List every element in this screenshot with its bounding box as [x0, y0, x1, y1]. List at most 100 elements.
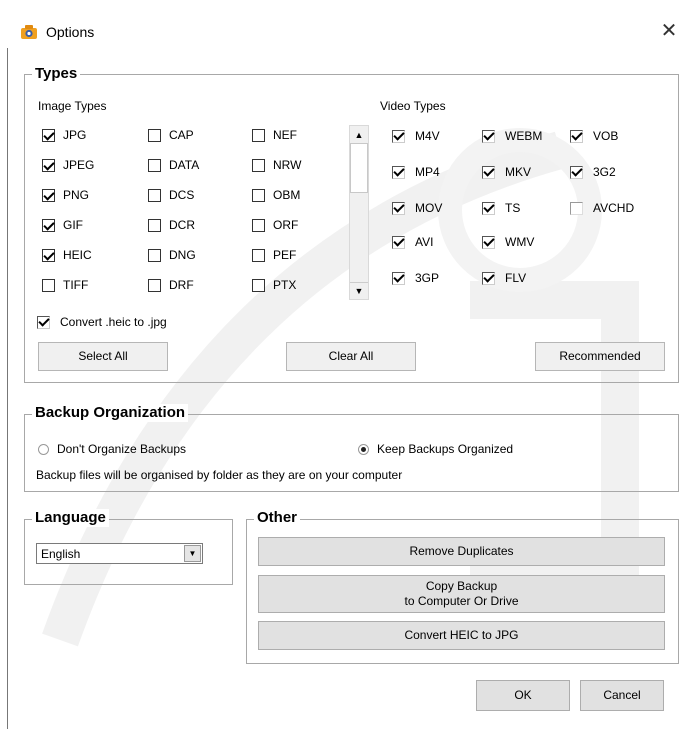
video-type-checkbox-m4v[interactable]: M4V	[392, 129, 440, 143]
radio-button[interactable]	[358, 443, 369, 455]
radio-button[interactable]	[38, 443, 49, 455]
remove-duplicates-button[interactable]: Remove Duplicates	[258, 537, 665, 566]
select-all-button[interactable]: Select All	[38, 342, 168, 371]
image-type-checkbox-data[interactable]: DATA	[148, 158, 199, 172]
window-title: Options	[46, 24, 95, 40]
checkbox-box[interactable]	[252, 248, 265, 262]
chevron-down-icon[interactable]: ▼	[184, 545, 201, 562]
checkbox-box[interactable]	[392, 271, 405, 285]
image-type-label: ORF	[273, 218, 299, 232]
checkbox-box[interactable]	[392, 165, 405, 179]
scroll-up-arrow-icon[interactable]: ▲	[350, 126, 368, 143]
video-type-checkbox-ts[interactable]: TS	[482, 201, 520, 215]
video-type-label: TS	[505, 201, 521, 215]
image-type-label: JPG	[63, 128, 87, 142]
image-type-checkbox-heic[interactable]: HEIC	[42, 248, 92, 262]
convert-heic-checkbox[interactable]: Convert .heic to .jpg	[37, 315, 167, 329]
checkbox-box[interactable]	[482, 271, 495, 285]
video-type-checkbox-mov[interactable]: MOV	[392, 201, 442, 215]
copy-backup-button[interactable]: Copy Backup to Computer Or Drive	[258, 575, 665, 613]
video-type-checkbox-webm[interactable]: WEBM	[482, 129, 542, 143]
image-type-checkbox-drf[interactable]: DRF	[148, 278, 194, 292]
keep-organized-radio[interactable]: Keep Backups Organized	[358, 442, 513, 456]
image-type-checkbox-dcs[interactable]: DCS	[148, 188, 194, 202]
checkbox-box[interactable]	[252, 128, 265, 142]
checkbox-box[interactable]	[148, 188, 161, 202]
title-bar: Options ✕	[0, 0, 683, 48]
image-type-checkbox-nrw[interactable]: NRW	[252, 158, 301, 172]
checkbox-box[interactable]	[392, 201, 405, 215]
dont-organize-label: Don't Organize Backups	[57, 442, 187, 456]
video-type-label: WMV	[505, 235, 535, 249]
image-types-label: Image Types	[38, 99, 107, 113]
checkbox-box[interactable]	[482, 165, 495, 179]
ok-button[interactable]: OK	[476, 680, 570, 711]
image-type-checkbox-nef[interactable]: NEF	[252, 128, 297, 142]
close-icon[interactable]: ✕	[655, 16, 683, 46]
image-type-label: GIF	[63, 218, 83, 232]
scroll-down-arrow-icon[interactable]: ▼	[350, 282, 368, 299]
checkbox-box[interactable]	[482, 235, 495, 249]
video-type-label: VOB	[593, 129, 619, 143]
cancel-button[interactable]: Cancel	[580, 680, 664, 711]
checkbox-box[interactable]	[482, 129, 495, 143]
language-select[interactable]: English ▼	[36, 543, 203, 564]
checkbox-box[interactable]	[148, 248, 161, 262]
recommended-button[interactable]: Recommended	[535, 342, 665, 371]
video-type-checkbox-avi[interactable]: AVI	[392, 235, 433, 249]
checkbox-box[interactable]	[482, 201, 495, 215]
checkbox-box[interactable]	[570, 129, 583, 143]
image-type-checkbox-tiff[interactable]: TIFF	[42, 278, 88, 292]
image-type-checkbox-ptx[interactable]: PTX	[252, 278, 296, 292]
checkbox-box[interactable]	[148, 158, 161, 172]
image-type-label: HEIC	[63, 248, 92, 262]
checkbox-box[interactable]	[252, 158, 265, 172]
checkbox-box[interactable]	[42, 158, 55, 172]
backup-note: Backup files will be organised by folder…	[36, 468, 403, 482]
dont-organize-radio[interactable]: Don't Organize Backups	[38, 442, 186, 456]
image-type-checkbox-dng[interactable]: DNG	[148, 248, 196, 262]
checkbox-box[interactable]	[252, 218, 265, 232]
image-type-checkbox-dcr[interactable]: DCR	[148, 218, 195, 232]
image-type-checkbox-png[interactable]: PNG	[42, 188, 89, 202]
image-type-checkbox-orf[interactable]: ORF	[252, 218, 298, 232]
clear-all-button[interactable]: Clear All	[286, 342, 416, 371]
checkbox-box[interactable]	[252, 278, 265, 292]
video-type-checkbox-3gp[interactable]: 3GP	[392, 271, 439, 285]
video-type-checkbox-mkv[interactable]: MKV	[482, 165, 531, 179]
image-type-label: DCS	[169, 188, 195, 202]
checkbox-box[interactable]	[148, 278, 161, 292]
checkbox-box[interactable]	[42, 128, 55, 142]
checkbox-box[interactable]	[570, 165, 583, 179]
convert-heic-button[interactable]: Convert HEIC to JPG	[258, 621, 665, 650]
video-type-checkbox-mp4[interactable]: MP4	[392, 165, 440, 179]
checkbox-box[interactable]	[37, 315, 50, 329]
checkbox-box[interactable]	[148, 218, 161, 232]
image-types-scrollbar[interactable]: ▲ ▼	[349, 125, 369, 300]
video-type-label: M4V	[415, 129, 440, 143]
checkbox-box[interactable]	[252, 188, 265, 202]
image-type-checkbox-obm[interactable]: OBM	[252, 188, 300, 202]
scrollbar-thumb[interactable]	[350, 143, 368, 193]
checkbox-box[interactable]	[42, 218, 55, 232]
checkbox-box[interactable]	[570, 201, 583, 215]
checkbox-box[interactable]	[42, 248, 55, 262]
image-type-checkbox-pef[interactable]: PEF	[252, 248, 296, 262]
checkbox-box[interactable]	[148, 128, 161, 142]
video-type-label: AVI	[415, 235, 434, 249]
video-type-label: FLV	[505, 271, 527, 285]
checkbox-box[interactable]	[392, 129, 405, 143]
image-type-checkbox-cap[interactable]: CAP	[148, 128, 194, 142]
video-type-checkbox-wmv[interactable]: WMV	[482, 235, 534, 249]
video-type-checkbox-3g2[interactable]: 3G2	[570, 165, 616, 179]
checkbox-box[interactable]	[42, 188, 55, 202]
video-type-checkbox-avchd[interactable]: AVCHD	[570, 201, 634, 215]
checkbox-box[interactable]	[392, 235, 405, 249]
image-type-checkbox-jpg[interactable]: JPG	[42, 128, 86, 142]
window-left-border	[7, 48, 8, 729]
video-type-checkbox-flv[interactable]: FLV	[482, 271, 526, 285]
image-type-checkbox-gif[interactable]: GIF	[42, 218, 83, 232]
image-type-checkbox-jpeg[interactable]: JPEG	[42, 158, 94, 172]
checkbox-box[interactable]	[42, 278, 55, 292]
video-type-checkbox-vob[interactable]: VOB	[570, 129, 618, 143]
